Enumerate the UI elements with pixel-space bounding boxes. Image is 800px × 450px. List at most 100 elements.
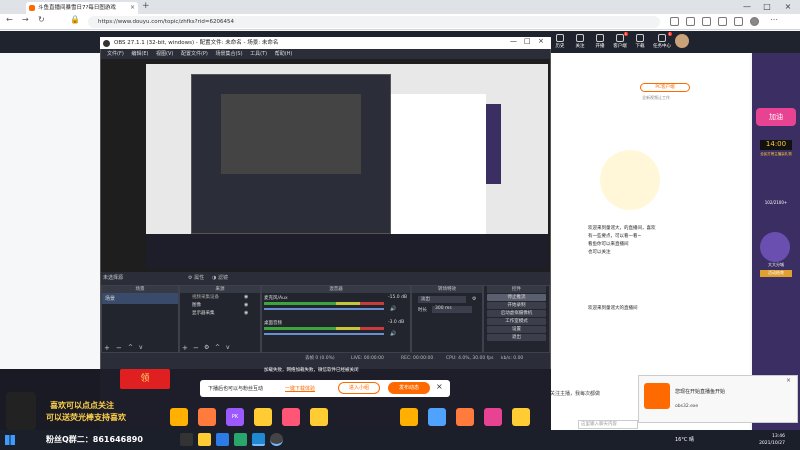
tab-close-button[interactable]: ×	[130, 2, 135, 14]
pc-client-button[interactable]: PC客户端	[640, 83, 690, 92]
gift-item-icon[interactable]	[512, 408, 530, 426]
clock-date[interactable]: 2021/10/27	[735, 441, 785, 446]
taskbar-explorer-icon[interactable]	[198, 433, 211, 446]
header-history[interactable]: 历史	[552, 33, 568, 49]
menu-help[interactable]: 帮助(H)	[275, 51, 293, 57]
gift-item-icon[interactable]	[456, 408, 474, 426]
join-group-button[interactable]: 进入小组	[338, 382, 380, 394]
collections-icon[interactable]	[686, 17, 695, 26]
refresh-icon[interactable]: ↻	[38, 15, 45, 24]
menu-scene-collection[interactable]: 场景集合(S)	[215, 51, 242, 57]
gift-item-icon[interactable]	[254, 408, 272, 426]
source-settings-icon[interactable]: ⚙	[204, 344, 209, 351]
sources-title: 来源	[180, 286, 260, 293]
transition-select[interactable]: 淡出	[418, 296, 466, 303]
preview-canvas[interactable]	[146, 64, 548, 269]
transition-settings-icon[interactable]: ⚙	[472, 296, 476, 302]
user-avatar[interactable]	[675, 34, 689, 48]
scene-down-icon[interactable]: v	[139, 344, 143, 351]
virtual-camera-button[interactable]: 启动虚拟摄像机	[487, 310, 546, 317]
live-icon	[596, 34, 604, 42]
taskbar-store-icon[interactable]	[216, 433, 229, 446]
download-bar-close[interactable]: ×	[436, 382, 443, 391]
scene-item[interactable]: 场景	[102, 293, 178, 304]
studio-mode-button[interactable]: 工作室模式	[487, 318, 546, 325]
source-up-icon[interactable]: ^	[215, 344, 220, 351]
filters-button[interactable]: ◑ 滤镜	[212, 274, 228, 281]
more-icon[interactable]: ⋯	[770, 15, 778, 24]
header-task-center[interactable]: 1 任务中心	[652, 32, 672, 49]
window-minimize-button[interactable]: —	[737, 0, 757, 14]
taskbar-obs-icon[interactable]	[270, 433, 283, 446]
gift-item-icon[interactable]	[400, 408, 418, 426]
forward-icon[interactable]: →	[22, 15, 29, 24]
downloads-icon[interactable]	[734, 17, 743, 26]
controls-dock: 控件 停止推流 开始录制 启动虚拟摄像机 工作室模式 设置 退出	[483, 285, 550, 353]
source-add-icon[interactable]: +	[182, 344, 188, 352]
menu-file[interactable]: 文件(F)	[107, 51, 124, 57]
window-close-button[interactable]: ×	[778, 0, 798, 14]
settings-button[interactable]: 设置	[487, 326, 546, 333]
speaker-icon[interactable]: 🔊	[390, 306, 396, 312]
gift-item-icon[interactable]	[428, 408, 446, 426]
profile-avatar[interactable]	[750, 17, 759, 26]
exit-button[interactable]: 退出	[487, 334, 546, 341]
window-maximize-button[interactable]: □	[757, 0, 777, 14]
gift-item-icon[interactable]	[484, 408, 502, 426]
header-client[interactable]: 1 客户端	[612, 32, 628, 49]
speaker-icon[interactable]: 🔊	[390, 331, 396, 337]
gift-item-icon[interactable]	[310, 408, 328, 426]
header-follow[interactable]: 关注	[572, 33, 588, 49]
obs-close-button[interactable]: ×	[538, 37, 544, 45]
menu-tools[interactable]: 工具(T)	[250, 51, 267, 57]
browser-tab[interactable]: 斗鱼直播间暴雪日7?每日图游戏	[26, 2, 138, 14]
obs-maximize-button[interactable]: □	[524, 37, 531, 45]
taskbar-edge-icon[interactable]	[252, 433, 265, 446]
source-remove-icon[interactable]: −	[193, 344, 199, 352]
pc-client-subtitle: 全新视频让工作	[642, 95, 670, 100]
favorites-icon[interactable]	[670, 17, 679, 26]
start-windows-icon[interactable]	[5, 435, 15, 445]
menu-view[interactable]: 视图(V)	[156, 51, 173, 57]
menu-edit[interactable]: 编辑(E)	[131, 51, 148, 57]
source-down-icon[interactable]: v	[226, 344, 230, 351]
duration-input[interactable]: 300 ms	[432, 306, 472, 313]
gift-glowstick-icon[interactable]	[170, 408, 188, 426]
volume-slider[interactable]	[264, 308, 384, 310]
visibility-eye-icon[interactable]: ◉	[244, 310, 248, 316]
start-recording-button[interactable]: 开始录制	[487, 302, 546, 309]
toast-close-icon[interactable]: ×	[786, 377, 791, 384]
event-banner[interactable]: 加油	[756, 108, 796, 126]
gift-item-icon[interactable]	[282, 408, 300, 426]
visibility-eye-icon[interactable]: ◉	[244, 302, 248, 308]
post-update-button[interactable]: 发布动态	[388, 382, 430, 394]
weather-widget[interactable]: 16°C 晴	[675, 436, 694, 443]
event-medal-icon[interactable]	[760, 232, 790, 262]
obs-menubar: 文件(F) 编辑(E) 视图(V) 配置文件(P) 场景集合(S) 工具(T) …	[101, 49, 550, 59]
chat-input[interactable]: 这里输入聊天内容	[578, 420, 638, 429]
scene-remove-icon[interactable]: −	[116, 344, 122, 352]
clock-time[interactable]: 13:46	[735, 434, 785, 439]
taskbar-app-icon[interactable]	[234, 433, 247, 446]
visibility-eye-icon[interactable]: ◉	[244, 294, 248, 300]
gift-pk-icon[interactable]: PK	[226, 408, 244, 426]
history-toolbar-icon[interactable]	[718, 17, 727, 26]
obs-minimize-button[interactable]: —	[510, 37, 517, 45]
header-download[interactable]: 下载	[632, 33, 648, 49]
new-tab-button[interactable]: +	[142, 1, 150, 11]
properties-button[interactable]: ⚙ 属性	[188, 274, 204, 281]
scene-add-icon[interactable]: +	[104, 344, 110, 352]
taskbar-search-icon[interactable]	[180, 433, 193, 446]
back-icon[interactable]: ←	[6, 15, 13, 24]
gift-rocket-icon[interactable]	[198, 408, 216, 426]
stop-streaming-button[interactable]: 停止推流	[487, 294, 546, 301]
download-link[interactable]: 一键下载体验	[285, 385, 315, 392]
url-input[interactable]: https://www.douyu.com/topic/zhfks?rid=62…	[88, 16, 660, 28]
menu-profile[interactable]: 配置文件(P)	[181, 51, 208, 57]
scene-up-icon[interactable]: ^	[128, 344, 133, 351]
extensions-icon[interactable]	[702, 17, 711, 26]
volume-slider[interactable]	[264, 333, 384, 335]
lottery-button[interactable]: 领	[120, 369, 170, 389]
header-live[interactable]: 开播	[592, 33, 608, 49]
countdown-timer: 14:00	[760, 140, 792, 150]
